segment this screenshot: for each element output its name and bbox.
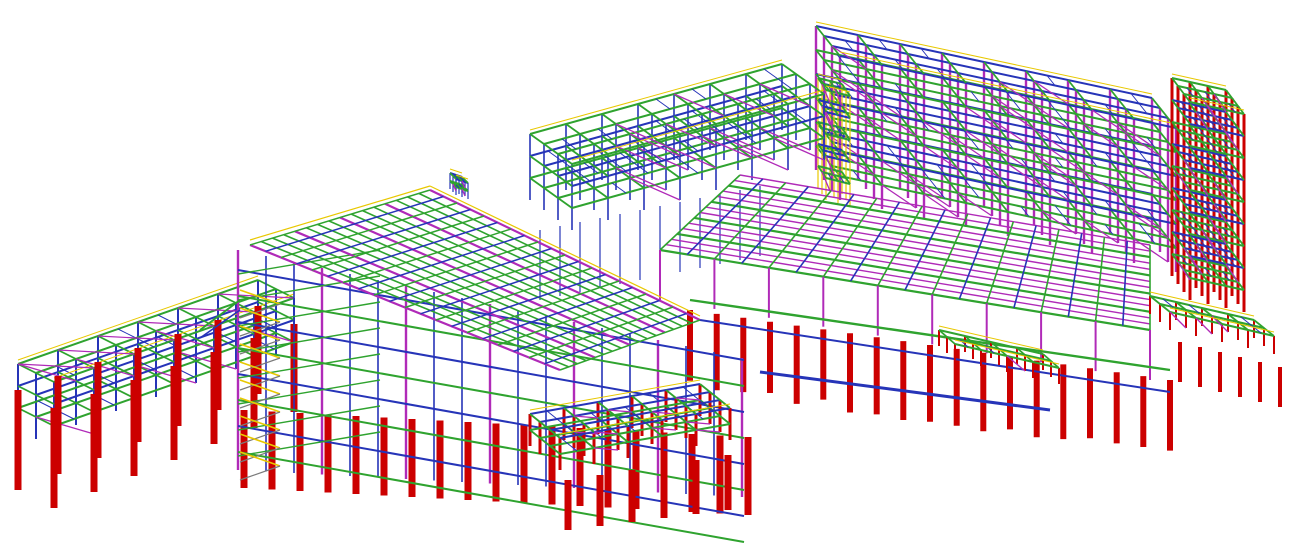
structure-drawing bbox=[0, 0, 1300, 558]
steel-structure-model bbox=[0, 0, 1300, 558]
